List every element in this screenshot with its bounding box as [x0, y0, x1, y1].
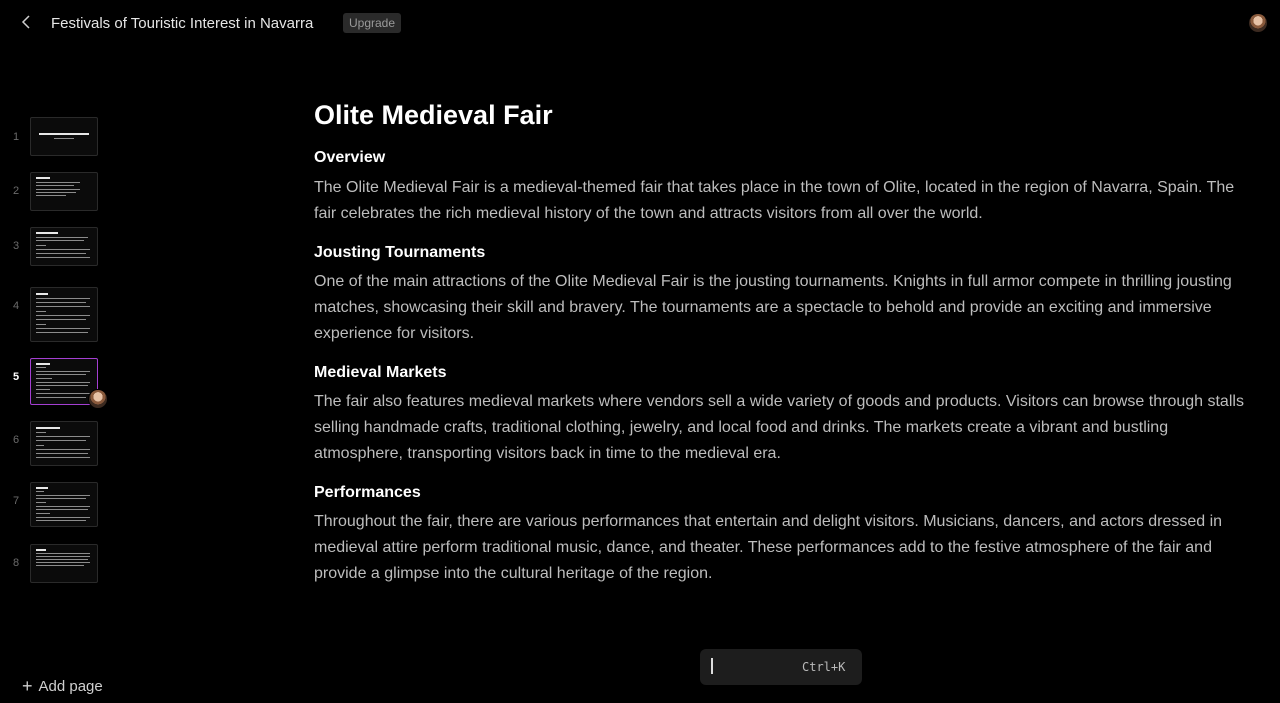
page-number: 6 [13, 434, 20, 446]
page-thumbnail-row[interactable]: 8 [0, 544, 130, 584]
top-bar: Festivals of Touristic Interest in Navar… [0, 0, 1280, 46]
page-number: 5 [13, 371, 20, 383]
back-icon[interactable] [20, 11, 34, 33]
page-thumbnail-4[interactable] [30, 287, 98, 342]
page-thumbnail-7[interactable] [30, 482, 98, 527]
page-number: 1 [13, 131, 20, 143]
page-thumbnail-row[interactable]: 5 [0, 358, 130, 405]
page-thumbnail-3[interactable] [30, 227, 98, 266]
page-number: 2 [13, 185, 20, 197]
section-body-overview[interactable]: The Olite Medieval Fair is a medieval-th… [314, 175, 1254, 227]
shortcut-hint: Ctrl+K [802, 660, 846, 674]
page-thumbnail-1[interactable] [30, 117, 98, 156]
section-body-jousting[interactable]: One of the main attractions of the Olite… [314, 269, 1254, 347]
page-content: Olite Medieval Fair Overview The Olite M… [314, 98, 1254, 587]
command-input[interactable] [708, 655, 792, 679]
page-thumbnail-row[interactable]: 4 [0, 287, 130, 342]
page-thumbnail-6[interactable] [30, 421, 98, 466]
page-title[interactable]: Olite Medieval Fair [314, 98, 1254, 132]
page-number: 8 [13, 557, 20, 569]
section-heading-markets[interactable]: Medieval Markets [314, 363, 1254, 383]
section-heading-jousting[interactable]: Jousting Tournaments [314, 243, 1254, 263]
text-cursor [711, 658, 713, 674]
section-body-performances[interactable]: Throughout the fair, there are various p… [314, 509, 1254, 587]
page-number: 4 [13, 300, 20, 312]
page-thumbnail-row[interactable]: 1 [0, 117, 130, 157]
section-body-markets[interactable]: The fair also features medieval markets … [314, 389, 1254, 467]
section-heading-performances[interactable]: Performances [314, 483, 1254, 503]
document-title[interactable]: Festivals of Touristic Interest in Navar… [51, 15, 313, 32]
user-avatar-icon[interactable] [1249, 14, 1267, 32]
page-thumbnail-row[interactable]: 3 [0, 227, 130, 267]
collaborator-avatar-icon [88, 389, 108, 409]
plus-icon: + [22, 676, 33, 696]
page-number: 3 [13, 240, 20, 252]
page-thumbnail-row[interactable]: 7 [0, 482, 130, 527]
upgrade-button[interactable]: Upgrade [343, 13, 402, 33]
section-heading-overview[interactable]: Overview [314, 148, 1254, 168]
page-thumbnail-2[interactable] [30, 172, 98, 211]
add-page-button[interactable]: + Add page [22, 676, 103, 697]
page-thumbnail-8[interactable] [30, 544, 98, 583]
page-thumbnail-row[interactable]: 2 [0, 172, 130, 212]
add-page-label: Add page [38, 678, 103, 695]
page-thumbnail-row[interactable]: 6 [0, 421, 130, 466]
page-number: 7 [13, 495, 20, 507]
